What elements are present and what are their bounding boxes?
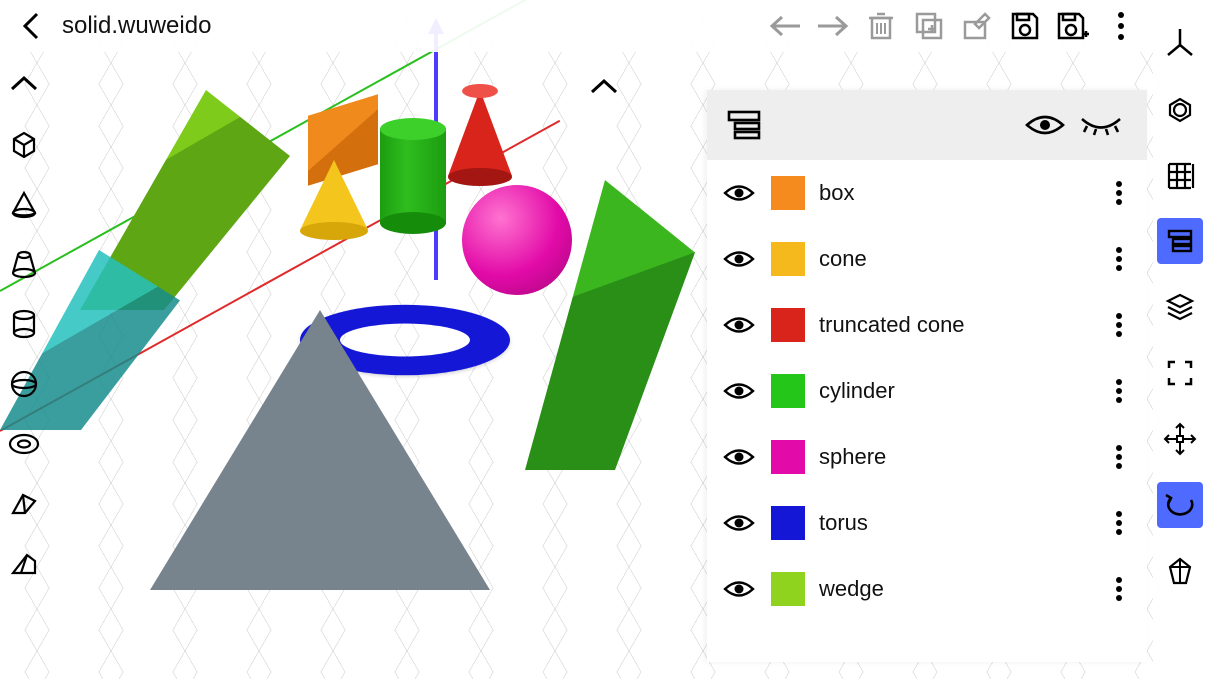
nav-forward-arrow-icon[interactable] (809, 2, 857, 50)
visibility-toggle[interactable] (721, 446, 757, 468)
object-label: cylinder (819, 378, 1091, 404)
object-label: wedge (819, 576, 1091, 602)
fullscreen-icon[interactable] (1157, 350, 1203, 396)
save-as-icon[interactable] (1049, 2, 1097, 50)
object-row[interactable]: wedge (707, 556, 1147, 622)
edit-icon[interactable] (953, 2, 1001, 50)
row-more-icon[interactable] (1105, 180, 1133, 206)
wedge-outline-icon[interactable] (4, 544, 44, 584)
copy-icon[interactable] (905, 2, 953, 50)
object-list-icon[interactable] (1157, 218, 1203, 264)
back-button[interactable] (8, 2, 56, 50)
nav-back-arrow-icon[interactable] (761, 2, 809, 50)
axes-icon[interactable] (1157, 20, 1203, 66)
undo-rotate-icon[interactable] (1157, 482, 1203, 528)
object-row[interactable]: cone (707, 226, 1147, 292)
cylinder-outline-icon[interactable] (4, 304, 44, 344)
object-label: sphere (819, 444, 1091, 470)
color-swatch (771, 572, 805, 606)
object-label: truncated cone (819, 312, 1091, 338)
cube-icon[interactable] (4, 124, 44, 164)
torus-outline-icon[interactable] (4, 424, 44, 464)
row-more-icon[interactable] (1105, 312, 1133, 338)
menu-more-icon[interactable] (1097, 2, 1145, 50)
color-swatch (771, 374, 805, 408)
row-more-icon[interactable] (1105, 246, 1133, 272)
isometric-icon[interactable] (1157, 86, 1203, 132)
scene-cone[interactable] (300, 160, 368, 230)
object-list-header-icon (725, 108, 1017, 142)
object-row[interactable]: truncated cone (707, 292, 1147, 358)
grid-icon[interactable] (1157, 152, 1203, 198)
row-more-icon[interactable] (1105, 576, 1133, 602)
object-label: box (819, 180, 1091, 206)
prism-icon[interactable] (4, 484, 44, 524)
sphere-outline-icon[interactable] (4, 364, 44, 404)
show-all-button[interactable] (1017, 97, 1073, 153)
layers-icon[interactable] (1157, 284, 1203, 330)
visibility-toggle[interactable] (721, 248, 757, 270)
object-list: box cone truncated cone cylinder (707, 160, 1147, 662)
visibility-toggle[interactable] (721, 314, 757, 336)
color-swatch (771, 440, 805, 474)
object-list-panel: box cone truncated cone cylinder (707, 90, 1147, 662)
color-swatch (771, 506, 805, 540)
file-title: solid.wuweido (62, 12, 211, 40)
color-swatch (771, 308, 805, 342)
move-handles-icon[interactable] (1157, 416, 1203, 462)
row-more-icon[interactable] (1105, 378, 1133, 404)
visibility-toggle[interactable] (721, 182, 757, 204)
object-row[interactable]: torus (707, 490, 1147, 556)
scene-pyramid[interactable] (150, 310, 490, 590)
visibility-toggle[interactable] (721, 578, 757, 600)
object-label: torus (819, 510, 1091, 536)
hide-all-button[interactable] (1073, 97, 1129, 153)
collapse-up-icon[interactable] (590, 78, 618, 96)
color-swatch (771, 242, 805, 276)
visibility-toggle[interactable] (721, 380, 757, 402)
object-label: cone (819, 246, 1091, 272)
row-more-icon[interactable] (1105, 510, 1133, 536)
row-more-icon[interactable] (1105, 444, 1133, 470)
top-bar: solid.wuweido (0, 0, 1153, 52)
truncated-cone-outline-icon[interactable] (4, 244, 44, 284)
scene-truncated-cone[interactable] (448, 90, 512, 176)
scene-sphere[interactable] (462, 185, 572, 295)
object-row[interactable]: cylinder (707, 358, 1147, 424)
right-toolbar (1153, 0, 1207, 679)
left-shape-toolbar (0, 52, 48, 584)
color-swatch (771, 176, 805, 210)
save-icon[interactable] (1001, 2, 1049, 50)
object-row[interactable]: box (707, 160, 1147, 226)
cone-outline-icon[interactable] (4, 184, 44, 224)
collapse-up-icon[interactable] (4, 64, 44, 104)
visibility-toggle[interactable] (721, 512, 757, 534)
delete-icon[interactable] (857, 2, 905, 50)
object-list-header (707, 90, 1147, 160)
scene-cylinder[interactable] (380, 128, 446, 224)
transform-icon[interactable] (1157, 548, 1203, 594)
object-row[interactable]: sphere (707, 424, 1147, 490)
